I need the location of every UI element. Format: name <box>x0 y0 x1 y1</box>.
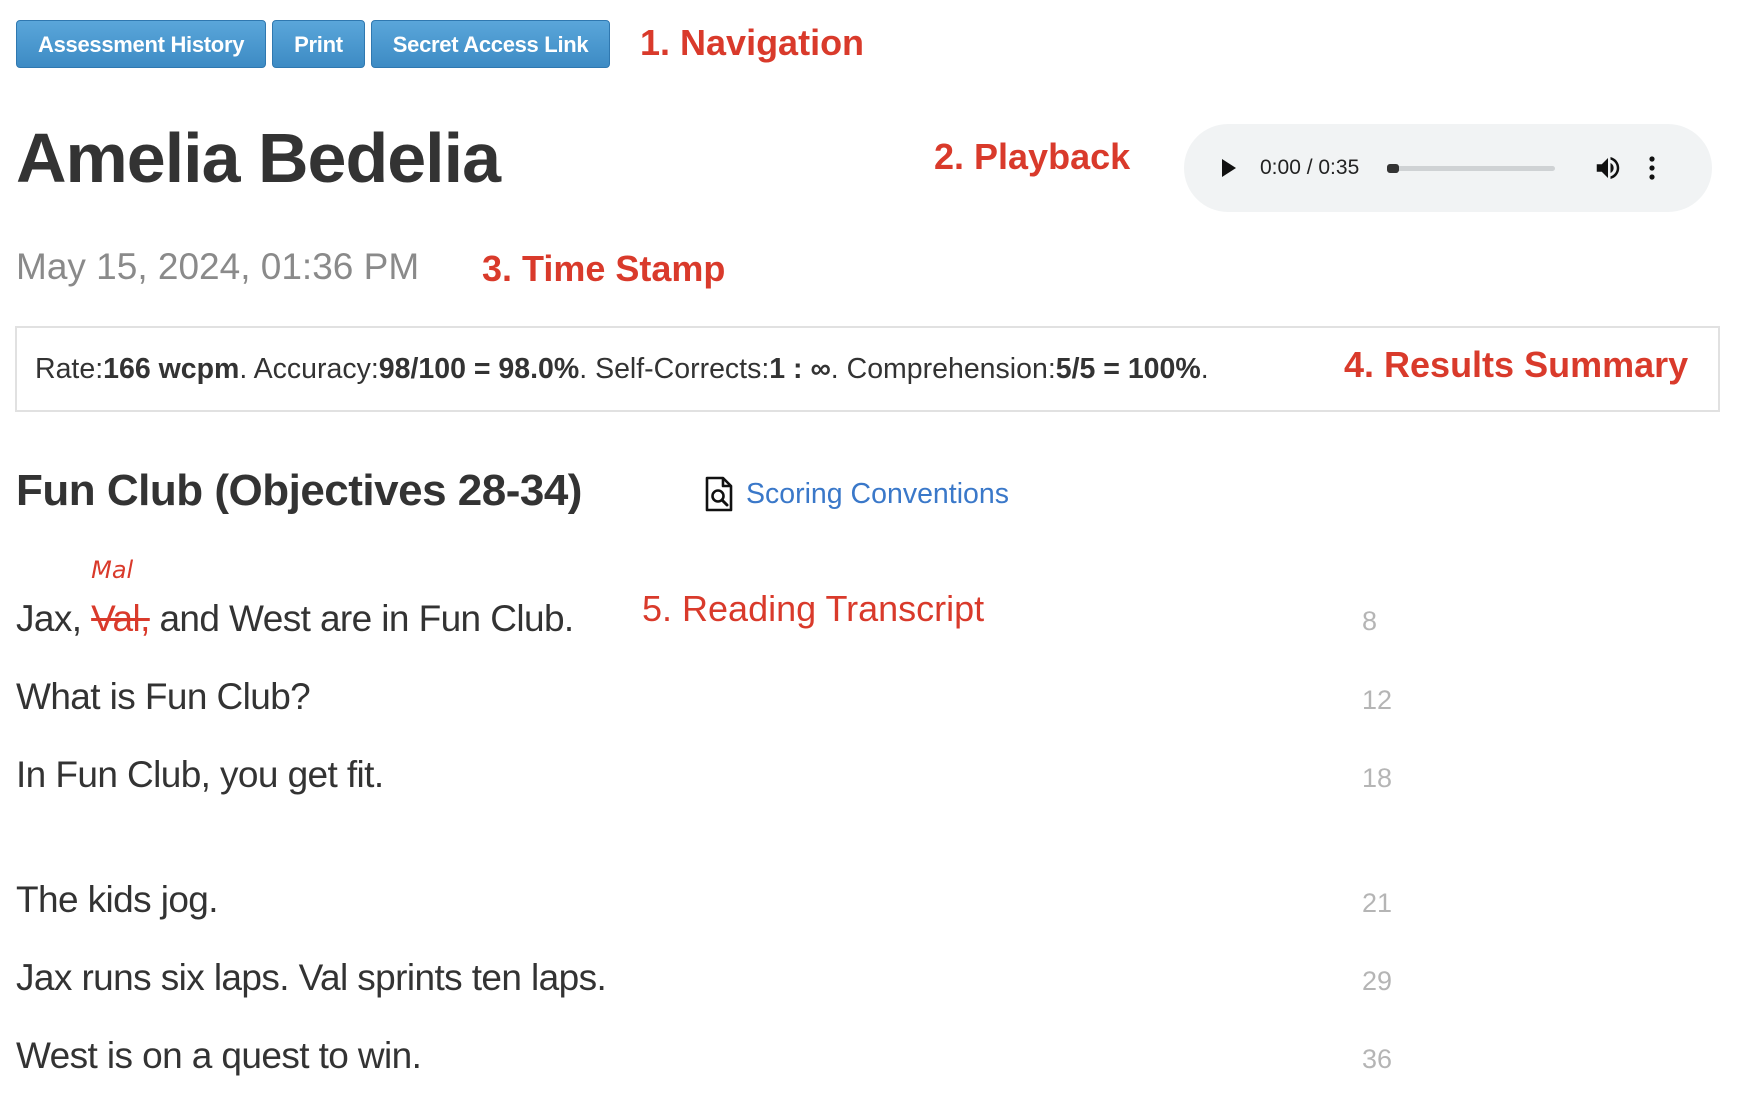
annotation-playback: 2. Playback <box>934 136 1131 177</box>
transcript-line-5: Jax runs six laps. Val sprints ten laps. <box>16 957 607 998</box>
self-corrects-label: . Self-Corrects: <box>579 352 770 385</box>
audio-progress-thumb[interactable] <box>1387 163 1400 173</box>
word-count: 8 <box>1362 606 1378 636</box>
rate-value: 166 wcpm <box>103 352 240 385</box>
document-search-icon <box>705 476 733 512</box>
word-count: 12 <box>1362 685 1393 715</box>
comprehension-label: . Comprehension: <box>830 352 1056 385</box>
error-word-text: Val, <box>91 598 150 639</box>
annotation-navigation: 1. Navigation <box>640 22 865 63</box>
substitution-mark: Mal <box>91 556 134 584</box>
scoring-conventions-link[interactable]: Scoring Conventions <box>746 478 1009 511</box>
transcript-line-2: What is Fun Club? <box>16 676 311 717</box>
navigation-bar: Assessment History Print Secret Access L… <box>16 20 611 68</box>
word-count: 29 <box>1362 966 1393 996</box>
accuracy-value: 98/100 = 98.0% <box>378 352 580 385</box>
word-count: 21 <box>1362 888 1393 918</box>
more-vertical-icon[interactable] <box>1649 155 1655 181</box>
summary-end: . <box>1200 352 1209 385</box>
volume-icon[interactable] <box>1593 153 1623 183</box>
transcript-line-1: Jax, Val, Mal and West are in Fun Club. <box>16 556 574 640</box>
audio-player: 0:00 / 0:35 <box>1184 124 1712 212</box>
substitution-error-word: Val, Mal <box>91 556 150 640</box>
play-icon[interactable] <box>1222 159 1236 177</box>
transcript-line-6: West is on a quest to win. <box>16 1035 422 1076</box>
assessment-timestamp: May 15, 2024, 01:36 PM <box>16 246 420 287</box>
transcript-text: and West are in Fun Club. <box>149 598 574 639</box>
secret-access-link-button[interactable]: Secret Access Link <box>370 20 611 68</box>
audio-progress-slider[interactable] <box>1387 163 1556 173</box>
print-button[interactable]: Print <box>272 20 365 68</box>
transcript-line-4: The kids jog. <box>16 879 219 920</box>
comprehension-value: 5/5 = 100% <box>1055 352 1201 385</box>
accuracy-label: . Accuracy: <box>239 352 379 385</box>
scoring-conventions-link-group[interactable]: Scoring Conventions <box>704 476 1009 512</box>
transcript-text: Jax, <box>16 598 92 639</box>
passage-title: Fun Club (Objectives 28-34) <box>16 466 582 515</box>
transcript-line-3: In Fun Club, you get fit. <box>16 754 384 795</box>
student-name: Amelia Bedelia <box>16 119 501 197</box>
self-corrects-value: 1 : ∞ <box>769 352 831 385</box>
annotation-reading-transcript: 5. Reading Transcript <box>642 588 985 629</box>
word-count: 36 <box>1362 1044 1393 1074</box>
annotation-results-summary: 4. Results Summary <box>1344 344 1689 385</box>
assessment-history-button[interactable]: Assessment History <box>16 20 267 68</box>
rate-label: Rate: <box>35 352 104 385</box>
word-count: 18 <box>1362 763 1393 793</box>
audio-time-display: 0:00 / 0:35 <box>1260 156 1360 179</box>
annotation-time-stamp: 3. Time Stamp <box>482 248 726 289</box>
